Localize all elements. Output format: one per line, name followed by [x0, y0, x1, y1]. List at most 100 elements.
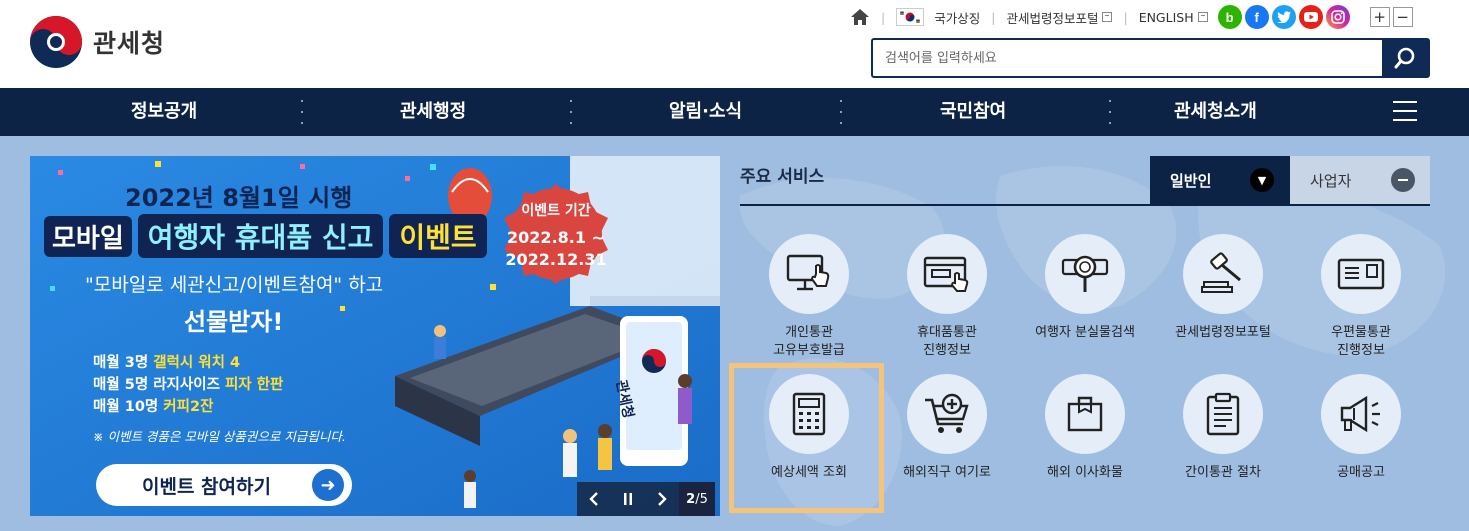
nav-divider: [1108, 100, 1112, 124]
nav-item-info-disclosure[interactable]: 정보공개: [131, 88, 197, 136]
box-icon: [1067, 396, 1103, 432]
service-icon-circle: [907, 234, 987, 314]
sns-links: b f: [1217, 5, 1350, 29]
service-mail-clearance[interactable]: 우편물통관 진행정보: [1286, 234, 1436, 360]
banner-headline: 모바일 여행자 휴대품 신고 이벤트: [44, 214, 487, 258]
nav-item-customs-admin[interactable]: 관세행정: [400, 88, 466, 136]
pause-slide-button[interactable]: [611, 482, 645, 516]
service-label: 관세법령정보포털: [1175, 325, 1271, 340]
banner-mobile-tag: 모바일: [44, 215, 132, 257]
tab-general-public[interactable]: 일반인 ▼: [1150, 156, 1290, 204]
service-label: 해외 이사화물: [1047, 465, 1123, 480]
browser-hand-icon: [923, 256, 969, 292]
nav-divider: [300, 100, 304, 124]
service-icon-circle: [1321, 234, 1401, 314]
service-label: 휴대품통관 진행정보: [917, 325, 977, 358]
service-personal-customs-code[interactable]: 개인통관 고유부호발급: [734, 234, 884, 360]
service-icon-circle: [1321, 374, 1401, 454]
tab-general-label: 일반인: [1170, 171, 1212, 190]
service-icon-circle: [1183, 234, 1263, 314]
service-law-portal[interactable]: 관세법령정보포털: [1148, 234, 1298, 342]
event-join-label: 이벤트 참여하기: [142, 475, 271, 498]
national-symbol-label: 국가상징: [934, 10, 981, 26]
banner-event-tag: 이벤트: [389, 214, 487, 258]
event-join-button[interactable]: 이벤트 참여하기 ➜: [96, 464, 352, 506]
national-symbol-link[interactable]: 국가상징: [896, 8, 980, 27]
banner-travel-tag: 여행자 휴대품 신고: [137, 214, 384, 258]
tab-business-label: 사업자: [1310, 171, 1352, 190]
service-lost-items-search[interactable]: 여행자 분실물검색: [1010, 234, 1160, 342]
divider: |: [881, 9, 886, 25]
service-simple-clearance[interactable]: 간이통관 절차: [1148, 374, 1298, 482]
nav-item-about[interactable]: 관세청소개: [1174, 88, 1257, 136]
service-label: 여행자 분실물검색: [1035, 325, 1135, 340]
service-icon-circle: [907, 374, 987, 454]
arrow-right-icon: ➜: [312, 469, 344, 501]
service-label: 해외직구 여기로: [903, 465, 991, 480]
law-portal-link[interactable]: 관세법령정보포털: [1006, 8, 1113, 27]
prize-item: 매월 10명 커피2잔: [93, 399, 214, 415]
service-baggage-clearance[interactable]: 휴대품통관 진행정보: [872, 234, 1022, 360]
nav-item-participation[interactable]: 국민참여: [940, 88, 1006, 136]
twitter-bird-icon: [1276, 11, 1291, 23]
prize-item: 매월 5명 라지사이즈 피자 한판: [93, 377, 284, 393]
service-icon-circle: [1183, 374, 1263, 454]
service-icon-circle: [1045, 234, 1125, 314]
selection-highlight: [729, 363, 884, 513]
new-window-icon: [1197, 12, 1208, 22]
chevron-left-icon: [589, 492, 598, 506]
main-services-title: 주요 서비스: [740, 167, 825, 187]
service-moving-goods[interactable]: 해외 이사화물: [1010, 374, 1160, 482]
youtube-play-icon: [1303, 12, 1318, 22]
next-slide-button[interactable]: [645, 482, 679, 516]
zoom-out-button[interactable]: −: [1392, 7, 1413, 27]
instagram-camera-icon: [1330, 10, 1345, 24]
banner-headline-date: 2022년 8월1일 시행: [125, 184, 353, 212]
prev-slide-button[interactable]: [577, 482, 611, 516]
nav-item-news[interactable]: 알림·소식: [669, 88, 742, 136]
service-direct-purchase[interactable]: 해외직구 여기로: [872, 374, 1022, 482]
main-content: 2022년 8월1일 시행 모바일 여행자 휴대품 신고 이벤트 "모바일로 세…: [0, 136, 1469, 531]
chevron-right-icon: [658, 492, 667, 506]
monitor-touch-icon: [786, 254, 830, 291]
search-input[interactable]: [873, 40, 1382, 76]
pause-icon: [624, 493, 632, 505]
banner-controls: 2/5: [577, 482, 715, 516]
search-button[interactable]: [1382, 40, 1428, 76]
instagram-icon[interactable]: [1325, 5, 1350, 29]
cart-plus-icon: [925, 393, 969, 433]
english-link[interactable]: ENGLISH: [1139, 10, 1208, 25]
youtube-icon[interactable]: [1298, 5, 1323, 29]
minus-icon: [1391, 168, 1415, 192]
korea-customs-logo-icon: [30, 16, 82, 68]
all-menu-button[interactable]: [1393, 101, 1417, 121]
service-public-auction[interactable]: 공매공고: [1286, 374, 1436, 482]
event-period-start: 2022.8.1 ~: [507, 228, 605, 247]
main-navigation: 정보공개 관세행정 알림·소식 국민참여 관세청소개: [0, 88, 1469, 136]
service-icon-circle: [769, 234, 849, 314]
service-label: 공매공고: [1337, 465, 1385, 480]
logo-text: 관세청: [93, 29, 166, 58]
facebook-icon[interactable]: f: [1244, 5, 1269, 29]
magnifier-icon: [1061, 255, 1109, 292]
search-bar: [871, 38, 1430, 78]
event-period-end: 2022.12.31: [505, 250, 607, 269]
event-period-title: 이벤트 기간: [521, 203, 591, 219]
banner-prize-list: 매월 3명 갤럭시 워치 4 매월 5명 라지사이즈 피자 한판 매월 10명 …: [93, 352, 283, 418]
event-banner[interactable]: 2022년 8월1일 시행 모바일 여행자 휴대품 신고 이벤트 "모바일로 세…: [30, 156, 720, 516]
search-icon: [1394, 47, 1415, 69]
slide-page-indicator: 2/5: [679, 482, 715, 516]
nav-divider: [569, 100, 573, 124]
blog-icon[interactable]: b: [1217, 5, 1242, 29]
twitter-icon[interactable]: [1271, 5, 1296, 29]
tab-business[interactable]: 사업자: [1290, 156, 1430, 204]
site-header: 관세청 | 국가상징 | 관세법령정보포털 | ENGLISH b f + − …: [0, 0, 1469, 88]
zoom-in-button[interactable]: +: [1369, 7, 1390, 27]
english-label: ENGLISH: [1138, 9, 1194, 25]
megaphone-icon: [1340, 395, 1380, 433]
service-label: 간이통관 절차: [1185, 465, 1261, 480]
service-label: 개인통관 고유부호발급: [773, 325, 845, 358]
site-logo[interactable]: 관세청: [29, 15, 165, 69]
nav-divider: [839, 100, 843, 124]
home-icon[interactable]: [850, 8, 870, 26]
